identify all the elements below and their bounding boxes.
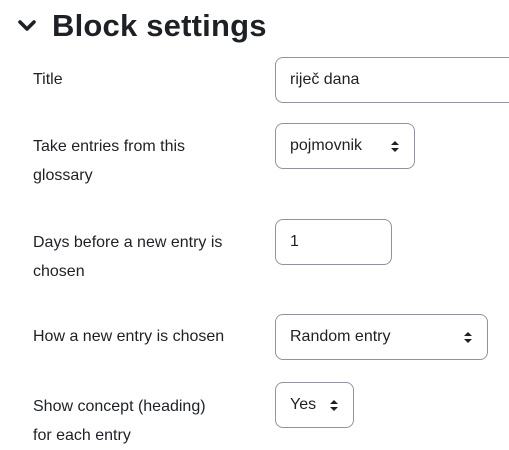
title-label-text: Title [33, 71, 63, 88]
method-select-value: Random entry [290, 328, 391, 345]
method-select[interactable]: Random entry [275, 314, 488, 360]
block-settings-header[interactable]: Block settings [14, 4, 267, 48]
section-title: Block settings [52, 8, 267, 43]
concept-select-value: Yes [290, 396, 317, 413]
glossary-select-value: pojmovnik [290, 137, 363, 154]
title-label: Title [33, 65, 268, 94]
concept-label-line1: Show concept (heading) [33, 398, 206, 415]
select-arrows-icon [390, 140, 400, 153]
concept-label: Show concept (heading) for each entry [33, 392, 268, 450]
days-label-line2: chosen [33, 263, 85, 280]
method-label: How a new entry is chosen [33, 322, 268, 351]
method-label-text: How a new entry is chosen [33, 328, 225, 345]
select-arrows-icon [329, 399, 339, 412]
title-input[interactable] [275, 57, 509, 103]
days-label-line1: Days before a new entry is [33, 234, 223, 251]
glossary-label: Take entries from this glossary [33, 132, 268, 190]
days-input[interactable] [275, 219, 392, 265]
concept-select[interactable]: Yes [275, 382, 354, 428]
glossary-select[interactable]: pojmovnik [275, 123, 415, 169]
glossary-label-line2: glossary [33, 167, 93, 184]
glossary-label-line1: Take entries from this [33, 138, 186, 155]
days-label: Days before a new entry is chosen [33, 228, 268, 286]
chevron-down-icon[interactable] [14, 13, 40, 39]
concept-label-line2: for each entry [33, 427, 131, 444]
select-arrows-icon [463, 331, 473, 344]
